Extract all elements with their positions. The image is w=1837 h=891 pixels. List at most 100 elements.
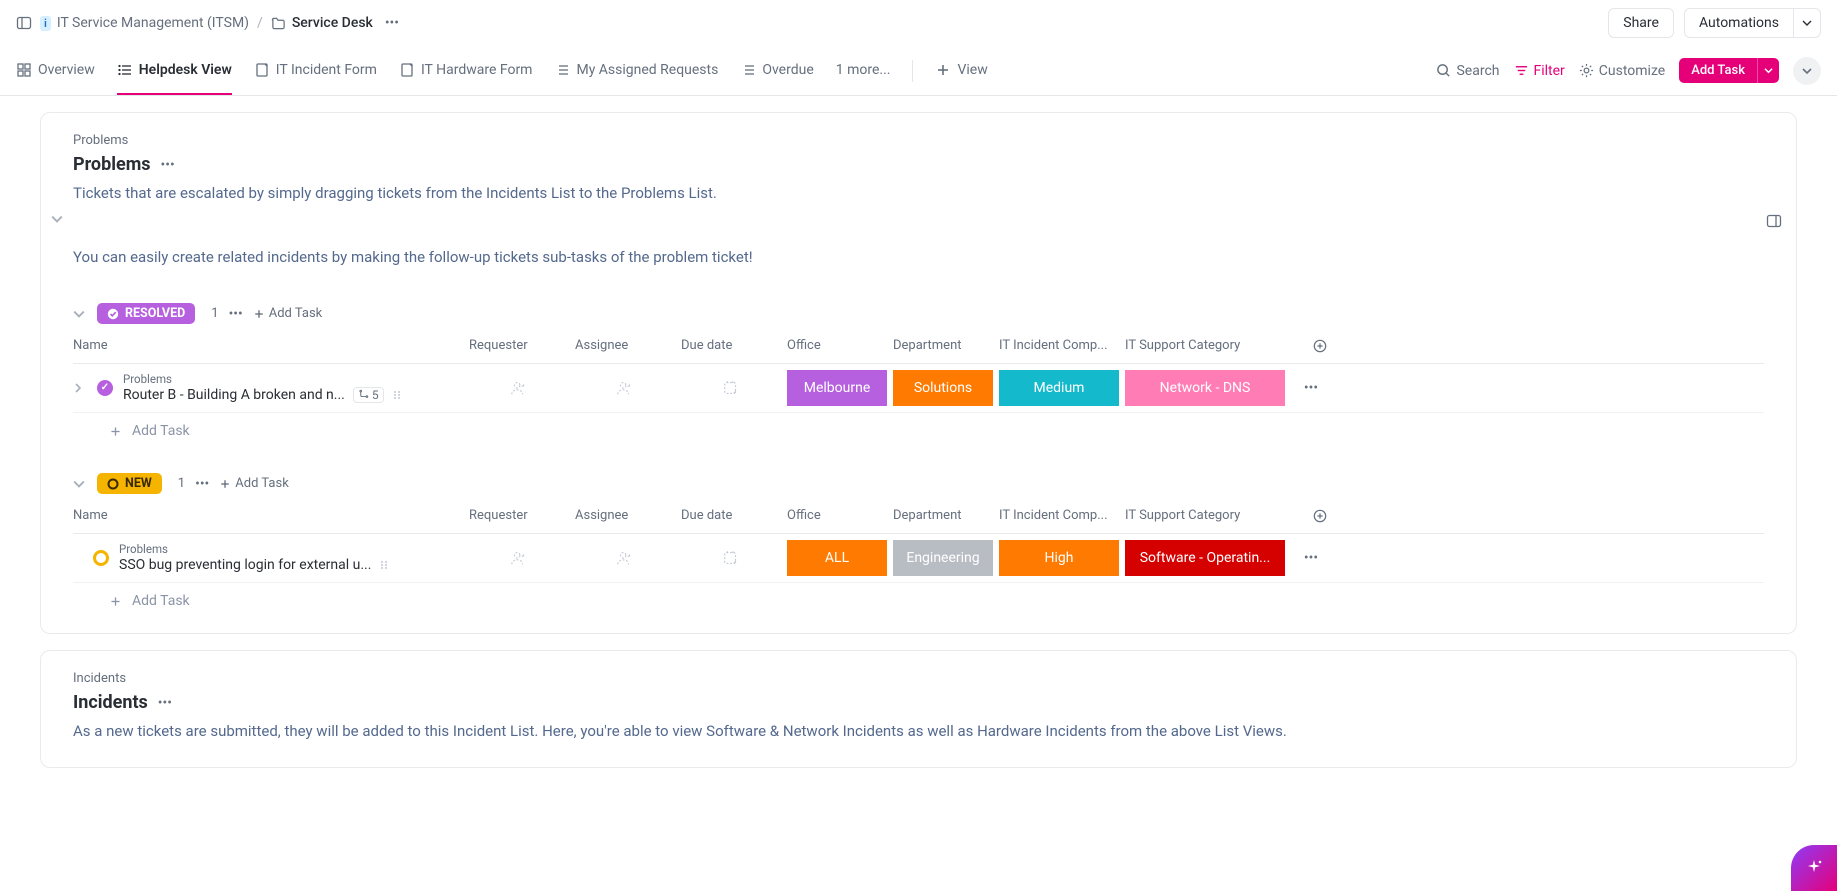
subtask-count[interactable]: 5 <box>353 387 384 403</box>
col-assignee[interactable]: Assignee <box>575 338 675 353</box>
add-task-button[interactable]: Add Task <box>1679 58 1757 83</box>
breadcrumb-page-label: Service Desk <box>292 15 373 31</box>
office-tag: ALL <box>787 540 887 576</box>
problems-title: Problems <box>73 154 151 175</box>
drag-handle-icon[interactable] <box>379 559 391 571</box>
group-resolved: RESOLVED 1 ••• Add Task Name Requester A… <box>73 303 1764 439</box>
assignee-cell[interactable] <box>575 549 675 567</box>
group-more-icon[interactable]: ••• <box>229 306 243 322</box>
view-more-label: 1 more... <box>836 62 891 78</box>
col-name[interactable]: Name <box>73 338 463 353</box>
complexity-cell[interactable]: Medium <box>999 370 1119 406</box>
group-status-badge[interactable]: NEW <box>97 473 162 494</box>
form-icon <box>254 62 270 78</box>
col-requester[interactable]: Requester <box>469 338 569 353</box>
automations-caret[interactable] <box>1794 8 1821 38</box>
due-date-cell[interactable] <box>681 549 781 567</box>
col-category[interactable]: IT Support Category <box>1125 508 1285 523</box>
group-collapse-icon[interactable] <box>73 478 87 490</box>
row-more-icon[interactable]: ••• <box>1291 380 1331 396</box>
view-hardware-form[interactable]: IT Hardware Form <box>399 46 533 95</box>
person-add-icon <box>616 549 634 567</box>
col-complexity[interactable]: IT Incident Comp... <box>999 338 1119 353</box>
col-complexity[interactable]: IT Incident Comp... <box>999 508 1119 523</box>
content: Problems Problems ••• Tickets that are e… <box>0 96 1837 808</box>
expand-subtasks-icon[interactable] <box>73 383 87 393</box>
view-overview[interactable]: Overview <box>16 46 95 95</box>
requester-cell[interactable] <box>469 379 569 397</box>
group-add-task[interactable]: Add Task <box>253 306 323 321</box>
col-assignee[interactable]: Assignee <box>575 508 675 523</box>
department-cell[interactable]: Engineering <box>893 540 993 576</box>
panel-collapse-icon[interactable] <box>1766 213 1782 229</box>
col-department[interactable]: Department <box>893 338 993 353</box>
col-department[interactable]: Department <box>893 508 993 523</box>
col-due[interactable]: Due date <box>681 338 781 353</box>
status-dot-icon[interactable] <box>93 550 109 566</box>
view-my-requests[interactable]: My Assigned Requests <box>554 46 718 95</box>
office-cell[interactable]: Melbourne <box>787 370 887 406</box>
requester-cell[interactable] <box>469 549 569 567</box>
problems-card: Problems Problems ••• Tickets that are e… <box>40 112 1797 634</box>
collapse-icon[interactable] <box>51 213 63 225</box>
subtask-icon <box>358 389 369 400</box>
office-tag: Melbourne <box>787 370 887 406</box>
group-collapse-icon[interactable] <box>73 308 87 320</box>
add-view[interactable]: View <box>935 46 987 95</box>
automations-button[interactable]: Automations <box>1684 8 1794 38</box>
complexity-tag: High <box>999 540 1119 576</box>
office-cell[interactable]: ALL <box>787 540 887 576</box>
add-task-row-label: Add Task <box>132 423 190 439</box>
view-more[interactable]: 1 more... <box>836 46 891 95</box>
col-category[interactable]: IT Support Category <box>1125 338 1285 353</box>
category-cell[interactable]: Network - DNS <box>1125 370 1285 406</box>
task-row[interactable]: Problems Router B - Building A broken an… <box>73 364 1764 413</box>
group-more-icon[interactable]: ••• <box>195 476 209 492</box>
add-column[interactable] <box>1291 339 1331 353</box>
col-office[interactable]: Office <box>787 508 887 523</box>
group-new: NEW 1 ••• Add Task Name Requester Assign… <box>73 473 1764 609</box>
breadcrumb-more-icon[interactable]: ••• <box>381 15 403 31</box>
view-hardware-form-label: IT Hardware Form <box>421 62 533 78</box>
view-incident-form[interactable]: IT Incident Form <box>254 46 377 95</box>
add-column[interactable] <box>1291 509 1331 523</box>
drag-handle-icon[interactable] <box>392 389 404 401</box>
complexity-cell[interactable]: High <box>999 540 1119 576</box>
column-headers: Name Requester Assignee Due date Office … <box>73 502 1764 534</box>
share-button[interactable]: Share <box>1608 8 1674 38</box>
problems-more-icon[interactable]: ••• <box>161 157 175 173</box>
add-task-row[interactable]: Add Task <box>73 583 1764 609</box>
search-button[interactable]: Search <box>1436 63 1499 79</box>
add-task-caret[interactable] <box>1757 58 1779 83</box>
category-cell[interactable]: Software - Operatin... <box>1125 540 1285 576</box>
col-due[interactable]: Due date <box>681 508 781 523</box>
plus-circle-icon <box>1313 339 1327 353</box>
assignee-cell[interactable] <box>575 379 675 397</box>
customize-button[interactable]: Customize <box>1579 63 1665 79</box>
col-requester[interactable]: Requester <box>469 508 569 523</box>
task-parent-label: Problems <box>119 543 391 557</box>
col-office[interactable]: Office <box>787 338 887 353</box>
breadcrumb-page[interactable]: Service Desk <box>271 15 373 31</box>
department-cell[interactable]: Solutions <box>893 370 993 406</box>
sidebar-toggle-icon[interactable] <box>16 15 32 31</box>
row-more-icon[interactable]: ••• <box>1291 550 1331 566</box>
chevron-down-icon <box>1802 66 1812 76</box>
task-name-cell: Problems SSO bug preventing login for ex… <box>73 543 463 573</box>
view-helpdesk[interactable]: Helpdesk View <box>117 46 232 95</box>
view-overdue[interactable]: Overdue <box>740 46 813 95</box>
overflow-button[interactable] <box>1793 57 1821 85</box>
group-add-task[interactable]: Add Task <box>219 476 289 491</box>
ai-fab-button[interactable] <box>1791 845 1837 891</box>
incidents-more-icon[interactable]: ••• <box>158 695 172 711</box>
plus-icon <box>219 478 231 490</box>
due-date-cell[interactable] <box>681 379 781 397</box>
group-status-badge[interactable]: RESOLVED <box>97 303 195 324</box>
filter-button[interactable]: Filter <box>1514 63 1565 79</box>
task-row[interactable]: Problems SSO bug preventing login for ex… <box>73 534 1764 583</box>
breadcrumb-workspace[interactable]: i IT Service Management (ITSM) <box>40 15 249 31</box>
col-name[interactable]: Name <box>73 508 463 523</box>
plus-icon <box>935 62 951 78</box>
status-dot-icon[interactable] <box>97 380 113 396</box>
add-task-row[interactable]: Add Task <box>73 413 1764 439</box>
